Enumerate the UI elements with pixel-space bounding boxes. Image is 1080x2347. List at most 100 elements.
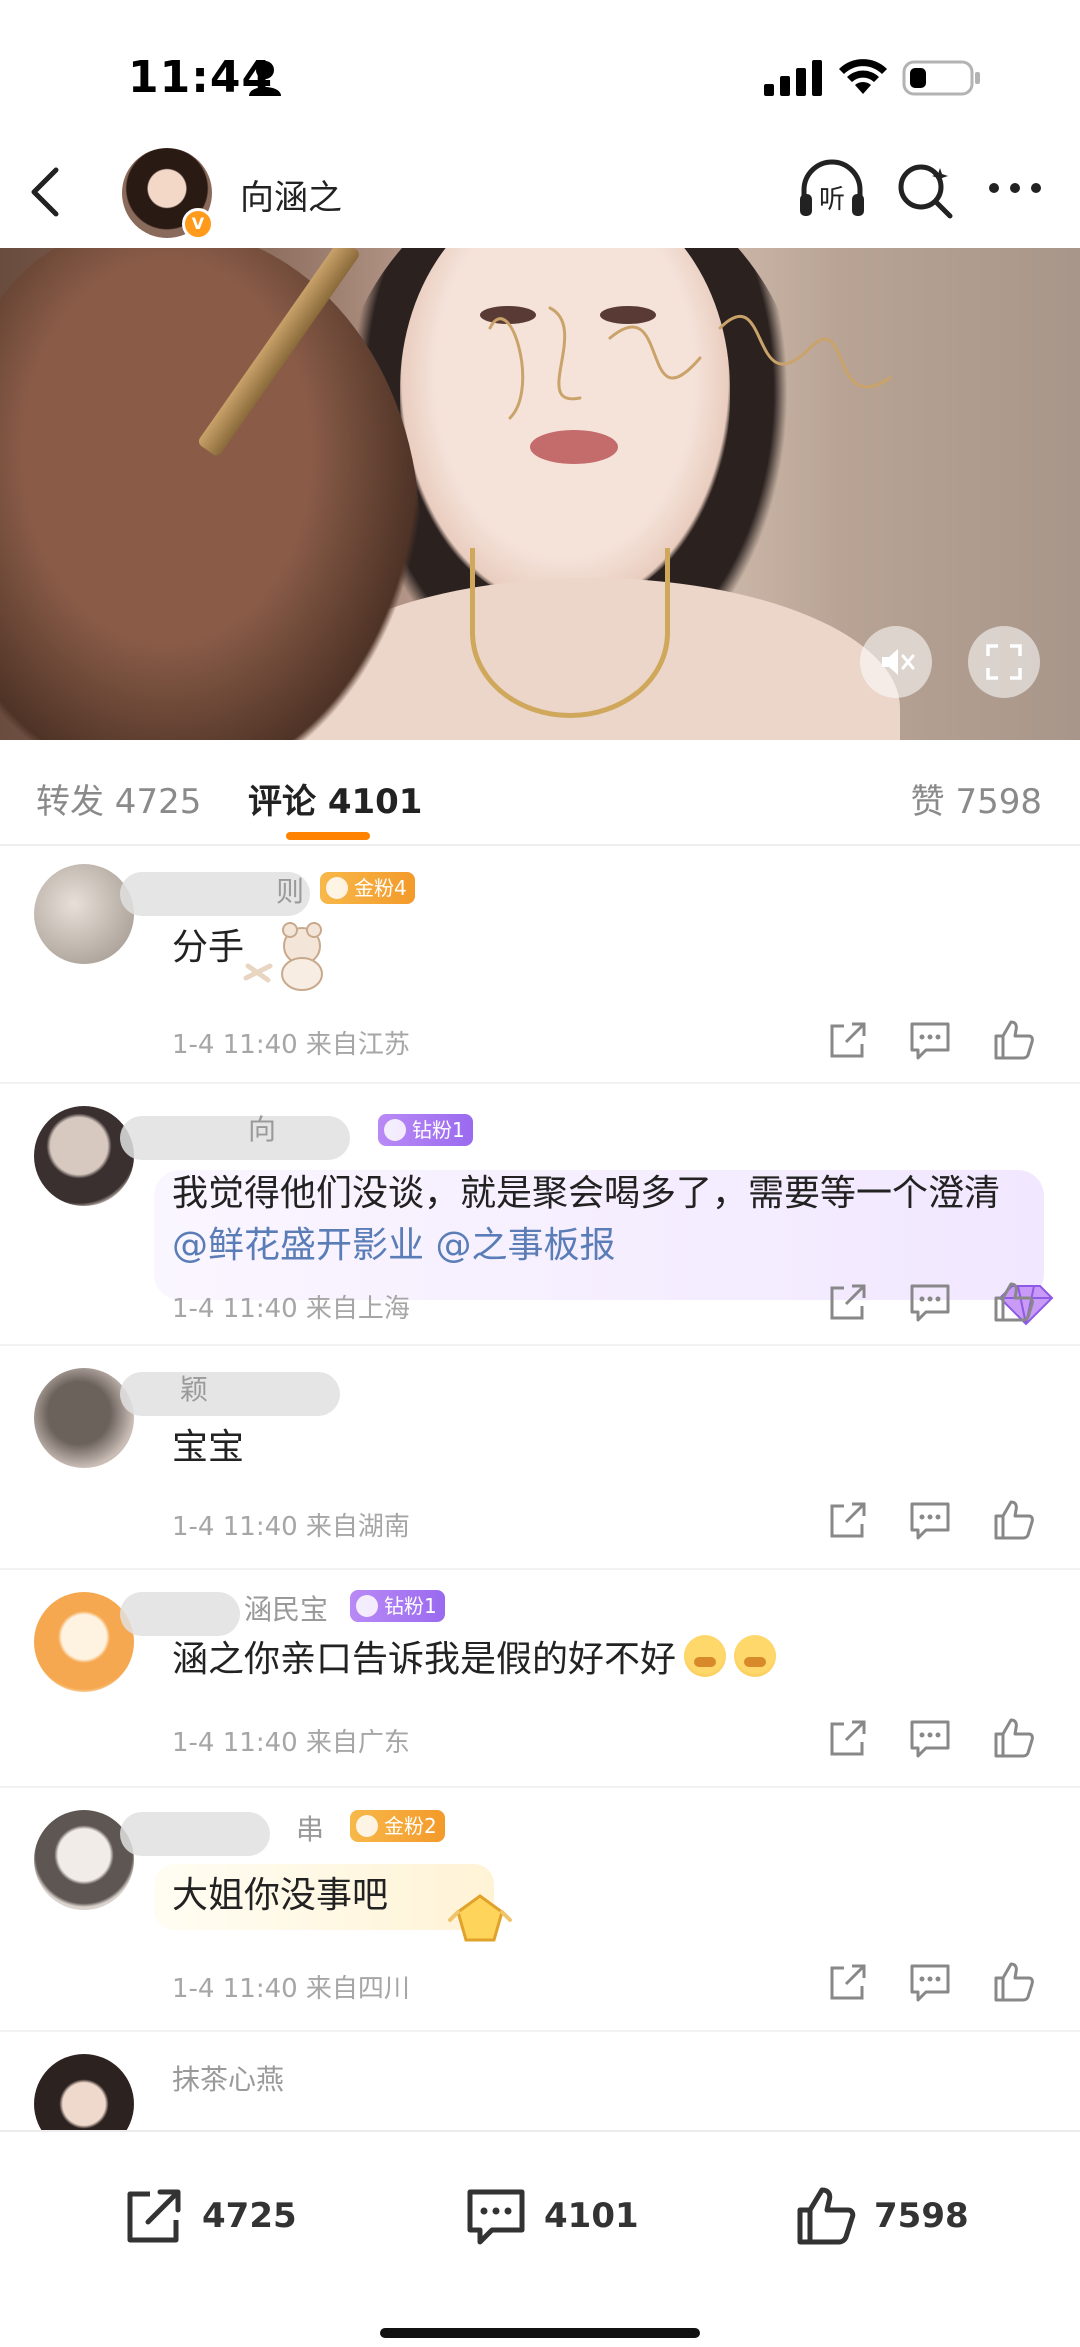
like-icon[interactable]: [992, 1960, 1036, 2004]
reply-icon[interactable]: [908, 1960, 952, 2004]
like-icon[interactable]: [992, 1716, 1036, 1760]
share-icon[interactable]: [826, 1960, 870, 2004]
like-count: 7598: [874, 2196, 969, 2236]
comment-item: 则 金粉4 分手 1-4 11:40 来自江苏: [0, 846, 1080, 1084]
avatar[interactable]: [34, 1368, 134, 1468]
comment-actions: [826, 1960, 1056, 2008]
comment-text: 大姐你没事吧: [172, 1875, 389, 1916]
comment-meta: 1-4 11:40 来自四川: [172, 1974, 410, 2004]
fullscreen-icon: [986, 644, 1022, 680]
comment-list[interactable]: 则 金粉4 分手 1-4 11:40 来自江苏 向 钻粉1 我觉得他们没谈，就是…: [0, 846, 1080, 2130]
fullscreen-button[interactable]: [968, 626, 1040, 698]
fan-badge-label: 钻粉1: [384, 1594, 437, 1618]
mute-button[interactable]: [860, 626, 932, 698]
like-icon[interactable]: [992, 1018, 1036, 1062]
reply-icon[interactable]: [908, 1498, 952, 1542]
home-indicator[interactable]: [380, 2328, 700, 2338]
status-bar: 11:44: [0, 0, 1080, 150]
comment-username[interactable]: 向: [248, 1108, 276, 1148]
comment-item: 颖 宝宝 1-4 11:40 来自湖南: [0, 1346, 1080, 1570]
comment-body: 我觉得他们没谈，就是聚会喝多了，需要等一个澄清: [172, 1173, 1001, 1214]
avatar[interactable]: [34, 1592, 134, 1692]
comment-text: 我觉得他们没谈，就是聚会喝多了，需要等一个澄清 @鲜花盛开影业 @之事板报: [172, 1168, 1012, 1272]
like-icon: [797, 2187, 856, 2245]
blurred-username: [120, 1592, 240, 1636]
comment-meta: 1-4 11:40 来自湖南: [172, 1512, 410, 1542]
fan-badge-label: 金粉4: [354, 876, 407, 900]
comment-body: 涵之你亲口告诉我是假的好不好: [172, 1639, 677, 1680]
comment-meta: 1-4 11:40 来自江苏: [172, 1030, 410, 1060]
bear-sticker-icon: [243, 922, 323, 991]
share-icon[interactable]: [826, 1280, 870, 1324]
signal-icon: [764, 60, 822, 96]
tab-comment[interactable]: 评论 4101: [248, 774, 422, 823]
fan-badge: 钻粉1: [378, 1114, 473, 1146]
comment-item: 向 钻粉1 我觉得他们没谈，就是聚会喝多了，需要等一个澄清 @鲜花盛开影业 @之…: [0, 1084, 1080, 1346]
comment-username[interactable]: 抹茶心燕: [172, 2058, 284, 2098]
comment-username[interactable]: 则: [276, 870, 304, 910]
comment-item: 抹茶心燕: [0, 2032, 1080, 2130]
bottom-action-bar: 4725 4101 7598: [0, 2130, 1080, 2347]
more-icon[interactable]: [986, 178, 1044, 198]
comment-icon: [467, 2189, 525, 2245]
share-icon[interactable]: [826, 1716, 870, 1760]
fan-badge-label: 钻粉1: [412, 1118, 465, 1142]
comment-text: 分手: [172, 927, 245, 968]
comment-actions: [826, 1280, 1056, 1328]
blurred-username: [120, 1372, 340, 1416]
video-player[interactable]: [0, 248, 1080, 740]
comment-text: 宝宝: [172, 1427, 245, 1468]
comment-username[interactable]: 涵民宝: [244, 1588, 328, 1628]
avatar[interactable]: [34, 2054, 134, 2130]
crown-icon: [326, 877, 348, 899]
comment-item: 串 金粉2 大姐你没事吧 1-4 11:40 来自四川: [0, 1788, 1080, 2032]
profile-name[interactable]: 向涵之: [240, 170, 342, 219]
comment-count: 4101: [544, 2196, 639, 2236]
repost-icon: [127, 2189, 181, 2243]
back-icon[interactable]: [20, 162, 76, 222]
pleading-emoji-icon: [684, 1635, 727, 1677]
fan-badge-label: 金粉2: [384, 1814, 437, 1838]
fan-badge: 钻粉1: [350, 1590, 445, 1622]
listen-icon[interactable]: 听: [798, 158, 866, 222]
like-icon[interactable]: [992, 1280, 1036, 1324]
share-icon[interactable]: [826, 1018, 870, 1062]
reply-icon[interactable]: [908, 1716, 952, 1760]
active-tab-indicator: [286, 832, 370, 840]
mute-icon: [882, 649, 915, 675]
like-icon[interactable]: [992, 1498, 1036, 1542]
comment-meta: 1-4 11:40 来自广东: [172, 1728, 410, 1758]
blurred-username: [120, 1116, 350, 1160]
verified-badge-icon: V: [182, 208, 214, 240]
video-frame-necklace: [470, 548, 670, 718]
person-icon: [249, 61, 281, 96]
avatar[interactable]: [34, 1810, 134, 1910]
fan-badge: 金粉2: [350, 1810, 445, 1842]
tab-repost[interactable]: 转发 4725: [36, 774, 201, 823]
mention-link[interactable]: @鲜花盛开影业: [172, 1225, 424, 1266]
blurred-username: [120, 1812, 270, 1856]
comment-actions: [826, 1498, 1056, 1546]
crown-icon: [356, 1815, 378, 1837]
comment-item: 涵民宝 钻粉1 涵之你亲口告诉我是假的好不好 1-4 11:40 来自广东: [0, 1570, 1080, 1788]
comment-actions: [826, 1018, 1056, 1066]
gold-gem-icon: [448, 1894, 512, 1942]
interaction-tabs: 转发 4725 评论 4101 赞 7598: [0, 740, 1080, 846]
comment-username[interactable]: 串: [296, 1808, 324, 1848]
comment-text: 涵之你亲口告诉我是假的好不好: [172, 1634, 777, 1686]
avatar[interactable]: [34, 864, 134, 964]
profile-header: V 向涵之 听: [0, 140, 1080, 248]
signature-scribble: [488, 306, 892, 420]
comment-actions: [826, 1716, 1056, 1764]
tab-like[interactable]: 赞 7598: [911, 774, 1042, 823]
avatar[interactable]: [34, 1106, 134, 1206]
share-icon[interactable]: [826, 1498, 870, 1542]
reply-icon[interactable]: [908, 1280, 952, 1324]
reply-icon[interactable]: [908, 1018, 952, 1062]
search-icon[interactable]: [896, 162, 954, 220]
diamond-icon: [356, 1595, 378, 1617]
comment-username[interactable]: 颖: [180, 1368, 208, 1408]
comment-meta: 1-4 11:40 来自上海: [172, 1294, 410, 1324]
mention-link[interactable]: @之事板报: [435, 1225, 615, 1266]
battery-icon: [902, 60, 980, 96]
